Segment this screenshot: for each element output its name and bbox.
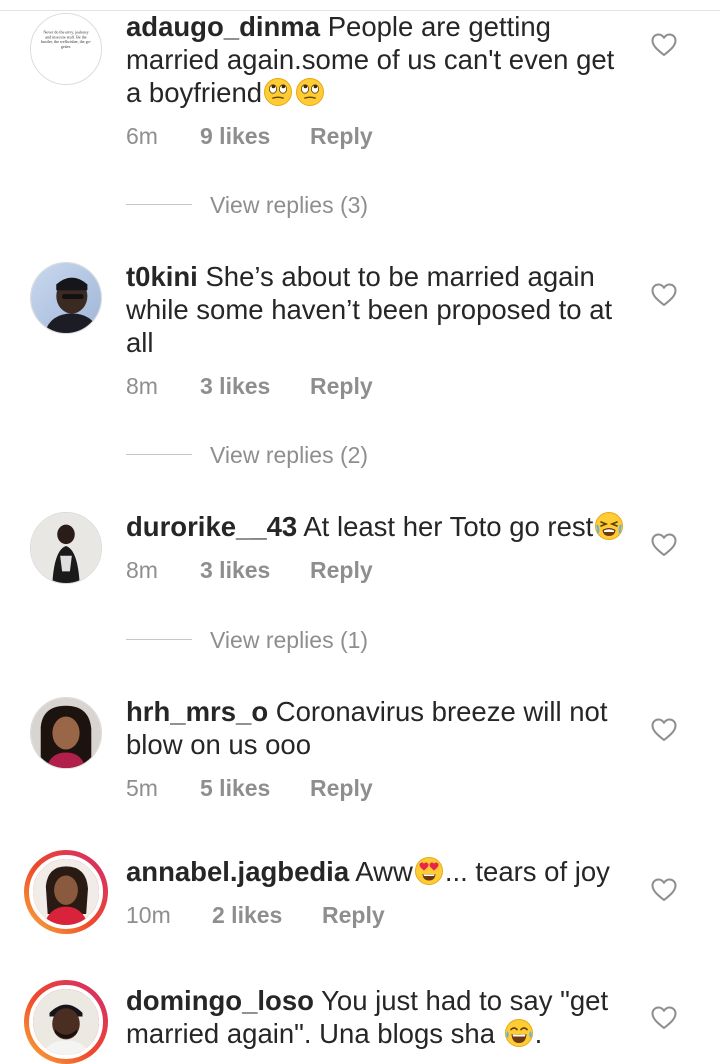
view-replies-line [126,204,192,205]
reply-button[interactable]: Reply [322,901,385,929]
comment-likes[interactable]: 9 likes [200,122,310,150]
comment-likes[interactable]: 3 likes [200,372,310,400]
avatar[interactable] [30,697,102,769]
reply-button[interactable]: Reply [310,372,373,400]
view-replies-line [126,639,192,640]
comment-username[interactable]: t0kini [126,261,198,292]
comment-time: 8m [126,373,158,399]
avatar-story-ring[interactable] [24,850,108,934]
comment-text: durorike__43 At least her Toto go rest [126,510,626,543]
comment-body: She’s about to be married again while so… [126,261,613,358]
face-with-rolling-eyes-icon [295,77,325,107]
avatar[interactable] [30,512,102,584]
comment-username[interactable]: annabel.jagbedia [126,856,349,887]
comment-likes[interactable]: 2 likes [212,901,322,929]
comment-meta: 6m 9 likes Reply [126,122,373,150]
view-replies-label: View replies (1) [210,627,369,653]
like-heart-icon[interactable] [651,718,677,742]
comment-body: Aww [355,856,413,887]
comment-body-end: ... tears of joy [444,856,610,887]
comment-text: t0kini She’s about to be married again w… [126,260,626,359]
view-replies-line [126,454,192,455]
reply-button[interactable]: Reply [310,556,373,584]
like-heart-icon[interactable] [651,878,677,902]
view-replies-label: View replies (2) [210,442,369,468]
comment-time: 8m [126,557,158,583]
comment-time: 5m [126,775,158,801]
avatar[interactable]: Never do the envy, jealousy and insecure… [30,13,102,85]
comment-username[interactable]: hrh_mrs_o [126,696,268,727]
comment-text: annabel.jagbedia Aww ... tears of joy [126,855,626,888]
face-with-tears-of-joy-icon [504,1018,534,1048]
comment-time: 6m [126,123,158,149]
like-heart-icon[interactable] [651,1006,677,1030]
avatar [29,855,103,929]
comment-text: hrh_mrs_o Coronavirus breeze will not bl… [126,695,626,761]
reply-button[interactable]: Reply [310,122,373,150]
view-replies-label: View replies (3) [210,192,369,218]
comment-meta: 8m 3 likes Reply [126,372,373,400]
comment-time: 10m [126,902,171,928]
comment-meta: 10m 2 likes Reply [126,901,385,929]
comment-meta: 5m 5 likes Reply [126,774,373,802]
like-heart-icon[interactable] [651,33,677,57]
avatar-quote-text: Never do the envy, jealousy and insecure… [40,29,92,49]
comment-body: At least her Toto go rest [303,511,594,542]
comment-text: adaugo_dinma People are getting married … [126,10,626,109]
tired-face-icon [594,511,624,541]
comment-likes[interactable]: 5 likes [200,774,310,802]
like-heart-icon[interactable] [651,533,677,557]
avatar-story-ring[interactable] [24,980,108,1064]
comment-body-end: . [534,1018,543,1049]
comment-meta: 8m 3 likes Reply [126,556,373,584]
comment-username[interactable]: durorike__43 [126,511,297,542]
like-heart-icon[interactable] [651,283,677,307]
comment-text: domingo_loso You just had to say "get ma… [126,984,626,1050]
comment-likes[interactable]: 3 likes [200,556,310,584]
comment-username[interactable]: domingo_loso [126,985,314,1016]
comment-username[interactable]: adaugo_dinma [126,11,320,42]
smiling-face-with-heart-eyes-icon [414,856,444,886]
avatar[interactable] [30,262,102,334]
reply-button[interactable]: Reply [310,774,373,802]
avatar [29,985,103,1059]
face-with-rolling-eyes-icon [263,77,293,107]
